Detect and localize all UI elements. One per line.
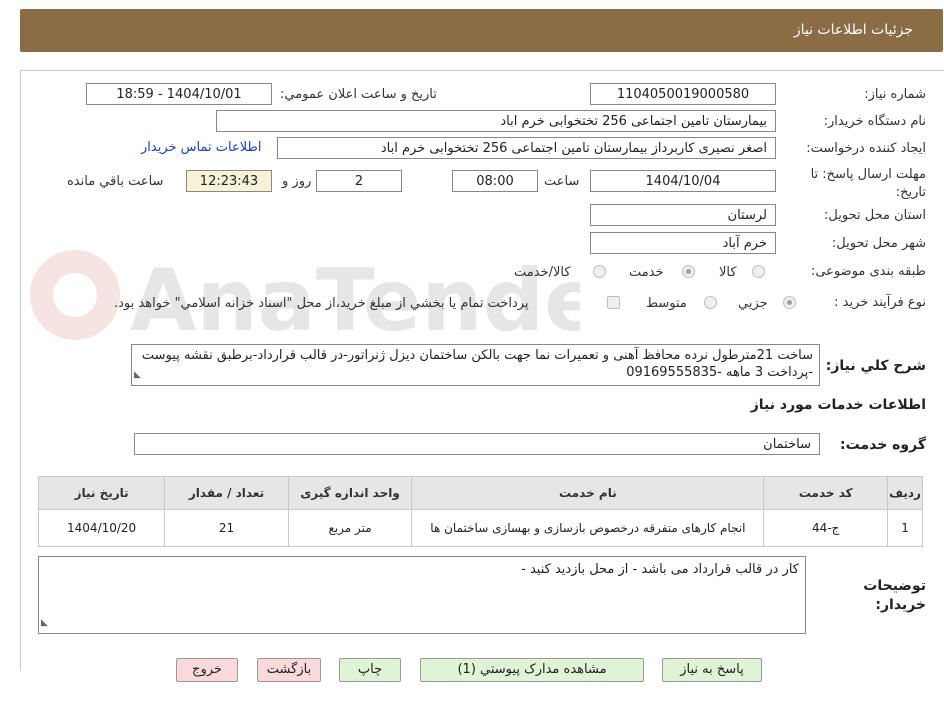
category-option-goods: كالا — [719, 265, 737, 280]
requester-label: ايجاد كننده درخواست: — [806, 141, 926, 156]
exit-button[interactable]: خروج — [176, 658, 238, 682]
day-and-label: روز و — [282, 174, 312, 189]
remaining-time-field: 12:23:43 — [186, 170, 272, 192]
category-radio-goods[interactable] — [752, 265, 765, 278]
resize-grip-icon[interactable]: ◢ — [134, 367, 141, 384]
category-label: طبقه بندی موضوعی: — [810, 264, 926, 279]
treasury-payment-note: پرداخت تمام يا بخشي از مبلغ خريد،از محل … — [114, 296, 529, 311]
remaining-label: ساعت باقي مانده — [67, 174, 164, 189]
process-label: نوع فرآيند خريد : — [834, 295, 926, 310]
category-radio-goods-service[interactable] — [593, 265, 606, 278]
services-table: رديف كد خدمت نام خدمت واحد اندازه گيری ت… — [37, 476, 923, 547]
process-option-medium: متوسط — [646, 296, 687, 311]
buyer-org-label: نام دستگاه خريدار: — [823, 114, 926, 129]
buyer-notes-label: توضيحات خريدار: — [863, 578, 926, 613]
buyer-org-field: بیمارستان تامین اجتماعی 256 تختخوابی خرم… — [216, 110, 776, 132]
description-textarea[interactable]: ساخت 21مترطول نرده محافظ آهنی و تعمیرات … — [131, 344, 820, 386]
category-option-service: خدمت — [629, 265, 664, 280]
col-header-service-name: نام خدمت — [411, 476, 765, 510]
category-radio-service[interactable] — [682, 265, 695, 278]
col-header-need-date: تاريخ نياز — [37, 476, 166, 510]
deadline-date-field: 1404/10/04 — [590, 170, 776, 192]
province-field: لرستان — [590, 204, 776, 226]
days-remaining-field: 2 — [316, 170, 402, 192]
city-label: شهر محل تحويل: — [831, 236, 926, 251]
requester-field: اصغر نصیری کاربرداز بیمارستان تامین اجتم… — [277, 137, 776, 159]
cell-service-code: ج-44 — [763, 509, 889, 547]
service-group-field: ساختمان — [134, 433, 820, 455]
process-radio-minor[interactable] — [783, 296, 796, 309]
resize-grip-icon[interactable]: ◢ — [41, 615, 48, 632]
back-button[interactable]: بازگشت — [257, 658, 321, 682]
need-number-field: 1104050019000580 — [590, 83, 776, 105]
col-header-quantity: تعداد / مقدار — [164, 476, 289, 510]
cell-unit: متر مربع — [287, 509, 413, 547]
view-attachments-button[interactable]: مشاهده مدارک پيوستي (1) — [420, 658, 644, 682]
deadline-label: مهلت ارسال پاسخ: تا تاريخ: — [810, 167, 926, 200]
cell-service-name: انجام کارهای متفرقه درخصوص بازسازی و بهس… — [411, 509, 765, 547]
province-label: استان محل تحويل: — [824, 208, 926, 223]
announce-label: تاریخ و ساعت اعلان عمومي: — [280, 87, 437, 102]
reply-button[interactable]: پاسخ به نياز — [662, 658, 762, 682]
treasury-payment-checkbox[interactable] — [607, 296, 620, 309]
description-text: ساخت 21مترطول نرده محافظ آهنی و تعمیرات … — [141, 348, 813, 380]
deadline-hour-label: ساعت — [544, 174, 580, 189]
page-title: جزئیات اطلاعات نیاز — [793, 22, 913, 38]
page-header: جزئیات اطلاعات نیاز — [20, 9, 943, 52]
announce-datetime-field: 1404/10/01 - 18:59 — [86, 83, 272, 105]
services-section-title: اطلاعات خدمات مورد نياز — [750, 397, 926, 413]
col-header-row-number: رديف — [887, 476, 923, 510]
print-button[interactable]: چاپ — [339, 658, 401, 682]
table-header-row: رديف كد خدمت نام خدمت واحد اندازه گيری ت… — [37, 476, 923, 510]
description-label: شرح كلي نياز: — [825, 358, 926, 374]
cell-quantity: 21 — [164, 509, 289, 547]
cell-row-number: 1 — [887, 509, 923, 547]
buyer-contact-link[interactable]: اطلاعات تماس خريدار — [141, 140, 261, 155]
table-row: 1 ج-44 انجام کارهای متفرقه درخصوص بازساز… — [37, 509, 923, 547]
col-header-service-code: كد خدمت — [763, 476, 889, 510]
service-group-label: گروه خدمت: — [840, 437, 926, 453]
process-radio-medium[interactable] — [704, 296, 717, 309]
col-header-unit: واحد اندازه گيری — [287, 476, 413, 510]
process-option-minor: جزيي — [738, 296, 768, 311]
buyer-notes-text: کار در قالب قرارداد می باشد - از محل باز… — [521, 562, 799, 577]
category-option-goods-service: كالا/خدمت — [514, 265, 571, 280]
cell-need-date: 1404/10/20 — [37, 509, 166, 547]
need-number-label: شماره نیاز: — [864, 87, 926, 102]
city-field: خرم آباد — [590, 232, 776, 254]
buyer-notes-textarea[interactable]: کار در قالب قرارداد می باشد - از محل باز… — [38, 556, 806, 634]
deadline-time-field: 08:00 — [452, 170, 538, 192]
